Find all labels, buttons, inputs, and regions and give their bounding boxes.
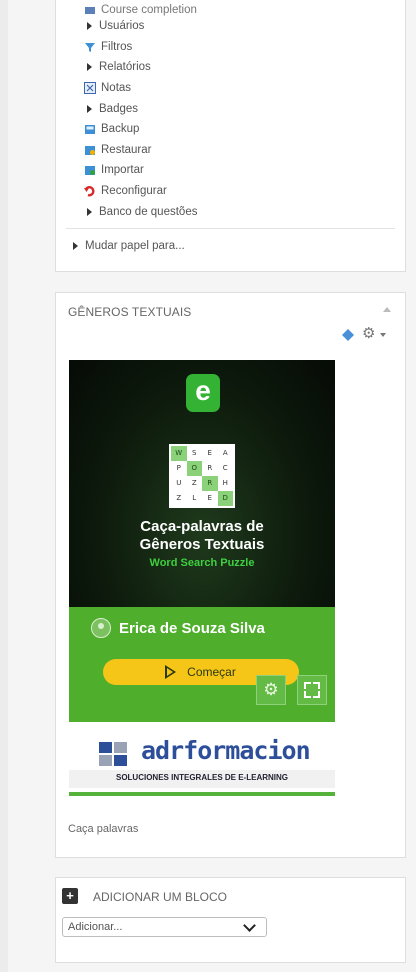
add-block: + ADICIONAR UM BLOCO Adicionar...	[55, 877, 406, 963]
admin-item-reconfigurar[interactable]: Reconfigurar	[84, 181, 197, 202]
grid-letter: C	[222, 464, 228, 472]
grid-letter: P	[176, 464, 181, 472]
import-icon	[84, 164, 96, 176]
game-settings-button[interactable]: ⚙	[256, 675, 286, 705]
admin-item-label: Usuários	[99, 20, 145, 33]
admin-item-label: Backup	[101, 123, 140, 136]
admin-item-label: Filtros	[101, 40, 133, 53]
grid-letter: W	[171, 446, 187, 461]
add-icon: +	[62, 888, 78, 904]
grid-letter: S	[192, 449, 197, 457]
fullscreen-icon	[304, 682, 320, 698]
grid-letter: O	[186, 461, 202, 476]
reset-icon	[84, 185, 96, 197]
grid-letter: H	[222, 479, 228, 487]
admin-item-course-completion[interactable]: Course completion	[84, 2, 197, 16]
restore-icon	[84, 144, 96, 156]
expand-arrow-icon[interactable]	[87, 207, 92, 216]
expand-arrow-icon[interactable]	[87, 104, 92, 113]
fullscreen-button[interactable]	[297, 675, 327, 705]
collapse-icon[interactable]	[383, 307, 391, 312]
filter-icon	[84, 41, 96, 53]
admin-item-label: Restaurar	[101, 143, 152, 156]
admin-item-label: Notas	[101, 82, 132, 95]
admin-item-label: Reconfigurar	[101, 185, 167, 198]
grid-letter: D	[217, 491, 233, 506]
admin-item-badges[interactable]: Badges	[84, 98, 197, 119]
player-panel: Erica de Souza Silva Começar ⚙	[69, 607, 335, 722]
game-logo-icon: e	[186, 374, 220, 412]
grid-letter: R	[207, 464, 213, 472]
admin-item-label: Relatórios	[99, 61, 151, 74]
admin-item-label: Course completion	[101, 4, 197, 16]
grid-letter: U	[176, 479, 182, 487]
expand-arrow-icon[interactable]	[87, 22, 92, 31]
grid-letter: E	[207, 449, 212, 457]
player-name: Erica de Souza Silva	[119, 619, 265, 637]
chevron-down-icon[interactable]	[380, 333, 386, 337]
player-row: Erica de Souza Silva	[91, 618, 265, 638]
admin-list: Course completion Usuários Filtros Relat…	[84, 2, 197, 222]
admin-item-usuarios[interactable]: Usuários	[84, 16, 197, 37]
sponsor-name: adrformacion	[141, 736, 311, 765]
play-icon	[165, 665, 177, 679]
grades-icon	[84, 82, 96, 95]
word-grid-icon: W S E A P O R C U Z R H Z L E D	[169, 444, 235, 508]
grid-letter: E	[207, 494, 212, 502]
switch-role-label: Mudar papel para...	[85, 240, 185, 252]
admin-item-label: Badges	[99, 102, 139, 115]
admin-item-backup[interactable]: Backup	[84, 119, 197, 140]
switch-role-item[interactable]: Mudar papel para...	[70, 240, 185, 252]
admin-item-relatorios[interactable]: Relatórios	[84, 57, 197, 78]
admin-item-importar[interactable]: Importar	[84, 160, 197, 181]
grid-letter: L	[192, 494, 197, 502]
add-block-title: ADICIONAR UM BLOCO	[93, 890, 228, 904]
gear-icon[interactable]: ⚙	[362, 326, 375, 341]
adr-logo-icon	[99, 742, 129, 766]
grid-letter: R	[202, 476, 218, 491]
completion-icon	[84, 4, 96, 16]
game-subtitle: Word Search Puzzle	[149, 557, 255, 569]
avatar	[91, 618, 111, 638]
backup-icon	[84, 123, 96, 135]
word-search-game[interactable]: e W S E A P O R C U Z R H Z L E D Caça-p…	[69, 360, 335, 722]
admin-item-banco-de-questoes[interactable]: Banco de questões	[84, 201, 197, 222]
start-button-label: Começar	[187, 665, 236, 679]
admin-item-filtros[interactable]: Filtros	[84, 37, 197, 58]
settings-icon: ⚙	[263, 680, 279, 699]
game-title-line: Caça-palavras de	[140, 518, 264, 535]
game-title: Caça-palavras de Gêneros Textuais	[69, 518, 335, 554]
divider	[66, 228, 395, 229]
genres-block: GÊNEROS TEXTUAIS ⚙ e W S E A P O R C U Z…	[55, 292, 406, 858]
grid-letter: Z	[191, 479, 197, 487]
move-icon[interactable]	[342, 329, 354, 341]
admin-item-restaurar[interactable]: Restaurar	[84, 140, 197, 161]
block-title: GÊNEROS TEXTUAIS	[68, 305, 192, 319]
add-block-select-value: Adicionar...	[68, 921, 123, 933]
chevron-down-icon	[243, 919, 256, 932]
add-block-select[interactable]: Adicionar...	[62, 917, 267, 937]
expand-arrow-icon[interactable]	[87, 63, 92, 72]
game-title-line: Gêneros Textuais	[139, 536, 265, 553]
expand-arrow-icon[interactable]	[73, 242, 78, 250]
admin-item-notas[interactable]: Notas	[84, 78, 197, 99]
grid-letter: Z	[176, 494, 182, 502]
sponsor-tagline: SOLUCIONES INTEGRALES DE E-LEARNING	[115, 773, 288, 782]
sponsor-underline	[69, 792, 335, 796]
activity-caption: Caça palavras	[68, 823, 139, 835]
grid-letter: A	[222, 449, 228, 457]
sponsor-banner[interactable]: adrformacion SOLUCIONES INTEGRALES DE E-…	[69, 722, 335, 806]
administration-block: Course completion Usuários Filtros Relat…	[55, 0, 406, 272]
page-gutter	[0, 0, 8, 972]
admin-item-label: Importar	[101, 164, 144, 177]
admin-item-label: Banco de questões	[99, 205, 198, 218]
